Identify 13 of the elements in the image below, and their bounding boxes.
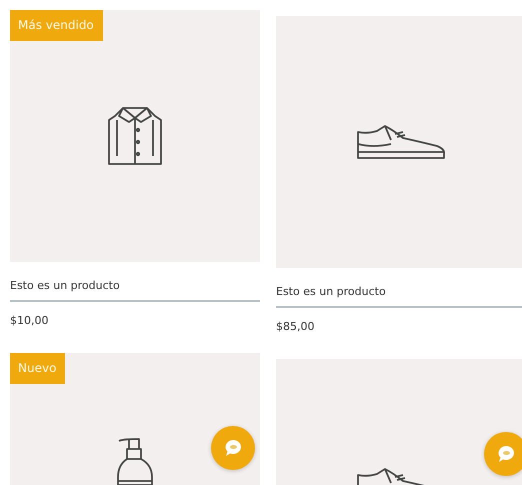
product-name[interactable]: Esto es un producto: [276, 285, 522, 308]
chat-icon: [496, 444, 516, 464]
product-badge: Nuevo: [10, 353, 66, 384]
product-image[interactable]: [276, 16, 522, 268]
product-badge: Más vendido: [10, 10, 103, 41]
shirt-icon: [105, 104, 165, 168]
shoe-icon: [355, 122, 447, 162]
product-price: $85,00: [276, 320, 316, 333]
chat-button[interactable]: [211, 426, 255, 470]
product-price: $10,00: [10, 314, 50, 327]
chat-button[interactable]: [484, 432, 522, 476]
chat-icon: [223, 438, 243, 458]
product-name[interactable]: Esto es un producto: [10, 279, 260, 302]
